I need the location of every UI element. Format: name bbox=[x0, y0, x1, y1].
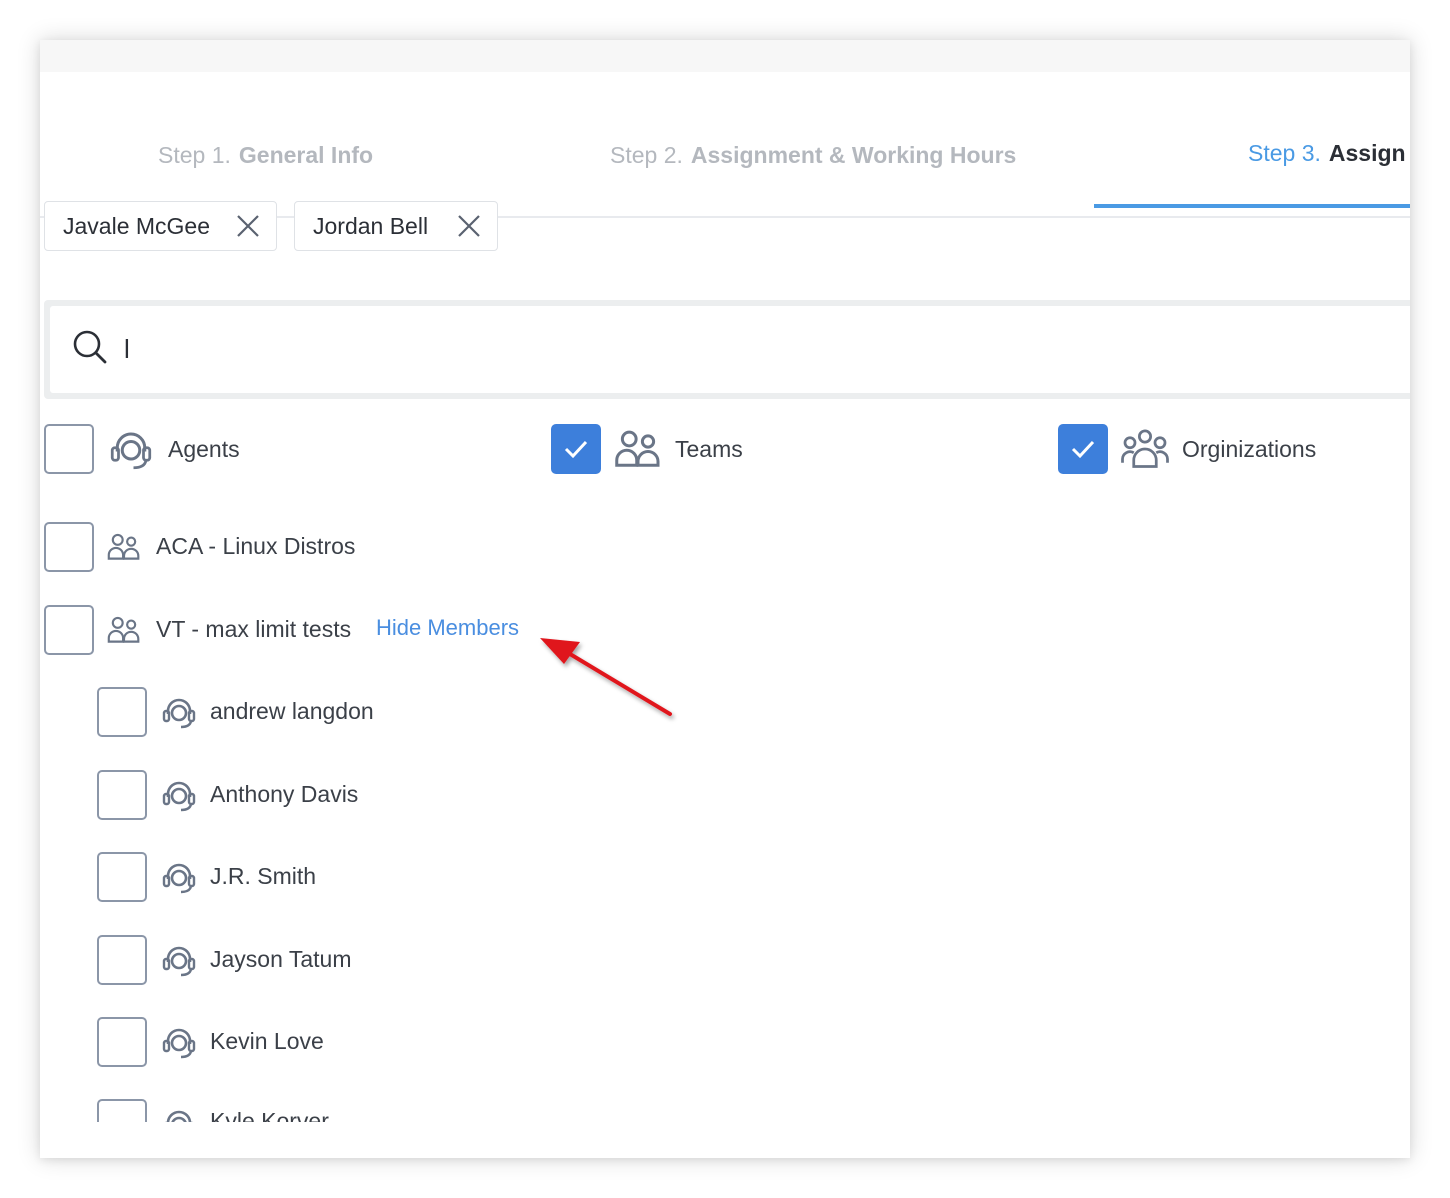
organization-icon bbox=[1119, 424, 1171, 474]
tab-step-3[interactable]: Step 3. Assign bbox=[1248, 140, 1406, 167]
step-3-label: Assign bbox=[1328, 140, 1406, 166]
search-field bbox=[50, 306, 1410, 393]
headset-icon bbox=[158, 774, 200, 816]
member-checkbox[interactable] bbox=[97, 852, 147, 902]
assignment-panel: Step 1. General Info Step 2. Assignment & … bbox=[40, 40, 1410, 1158]
close-icon[interactable] bbox=[234, 212, 262, 240]
organizations-filter-checkbox[interactable] bbox=[1058, 424, 1108, 474]
team-icon bbox=[104, 529, 144, 565]
member-label: Anthony Davis bbox=[210, 781, 359, 807]
chip-label: Jordan Bell bbox=[313, 212, 429, 239]
member-checkbox[interactable] bbox=[97, 1017, 147, 1067]
member-label: J.R. Smith bbox=[210, 863, 317, 889]
step-1-label: General Info bbox=[238, 142, 374, 168]
organizations-filter-label: Orginizations bbox=[1182, 436, 1317, 462]
headset-icon bbox=[158, 1021, 200, 1063]
agents-filter-label: Agents bbox=[168, 436, 240, 462]
step-tabs: Step 1. General Info Step 2. Assignment & … bbox=[40, 72, 1410, 218]
member-checkbox[interactable] bbox=[97, 935, 147, 985]
selected-chip: Javale McGee bbox=[44, 201, 277, 251]
tab-step-2[interactable]: Step 2. Assignment & Working Hours bbox=[610, 142, 1016, 169]
team-checkbox[interactable] bbox=[44, 522, 94, 572]
clipped-list-area: Kyle Korver bbox=[40, 1080, 640, 1122]
check-icon bbox=[564, 440, 588, 459]
member-checkbox[interactable] bbox=[97, 1099, 147, 1122]
headset-icon bbox=[158, 691, 200, 733]
member-label: Kevin Love bbox=[210, 1028, 324, 1054]
search-input[interactable] bbox=[122, 333, 1026, 366]
search-box bbox=[44, 300, 1410, 399]
selected-chip: Jordan Bell bbox=[294, 201, 498, 251]
team-checkbox[interactable] bbox=[44, 605, 94, 655]
tab-step-1[interactable]: Step 1. General Info bbox=[158, 142, 373, 169]
member-checkbox[interactable] bbox=[97, 770, 147, 820]
member-label: andrew langdon bbox=[210, 698, 374, 724]
annotation-arrow-icon bbox=[540, 638, 672, 716]
check-icon bbox=[1071, 440, 1095, 459]
chip-label: Javale McGee bbox=[63, 212, 211, 239]
step-2-label: Assignment & Working Hours bbox=[690, 142, 1017, 168]
team-label: VT - max limit tests bbox=[156, 616, 352, 642]
headset-icon bbox=[158, 1103, 200, 1122]
team-label: ACA - Linux Distros bbox=[156, 533, 356, 559]
agents-filter-checkbox[interactable] bbox=[44, 424, 94, 474]
teams-filter-checkbox[interactable] bbox=[551, 424, 601, 474]
member-label: Jayson Tatum bbox=[210, 946, 352, 972]
team-icon bbox=[104, 612, 144, 648]
step-2-number: Step 2. bbox=[610, 142, 683, 168]
member-checkbox[interactable] bbox=[97, 687, 147, 737]
search-icon bbox=[72, 329, 108, 370]
top-bar bbox=[40, 40, 1410, 72]
teams-filter-label: Teams bbox=[675, 436, 743, 462]
team-icon bbox=[612, 424, 664, 474]
step-3-number: Step 3. bbox=[1248, 140, 1321, 166]
close-icon[interactable] bbox=[455, 212, 483, 240]
step-1-number: Step 1. bbox=[158, 142, 231, 168]
active-tab-indicator bbox=[1094, 204, 1410, 208]
member-label: Kyle Korver bbox=[210, 1108, 329, 1122]
headset-icon bbox=[158, 939, 200, 981]
headset-icon bbox=[106, 424, 156, 474]
headset-icon bbox=[158, 856, 200, 898]
hide-members-link[interactable]: Hide Members bbox=[376, 615, 519, 641]
